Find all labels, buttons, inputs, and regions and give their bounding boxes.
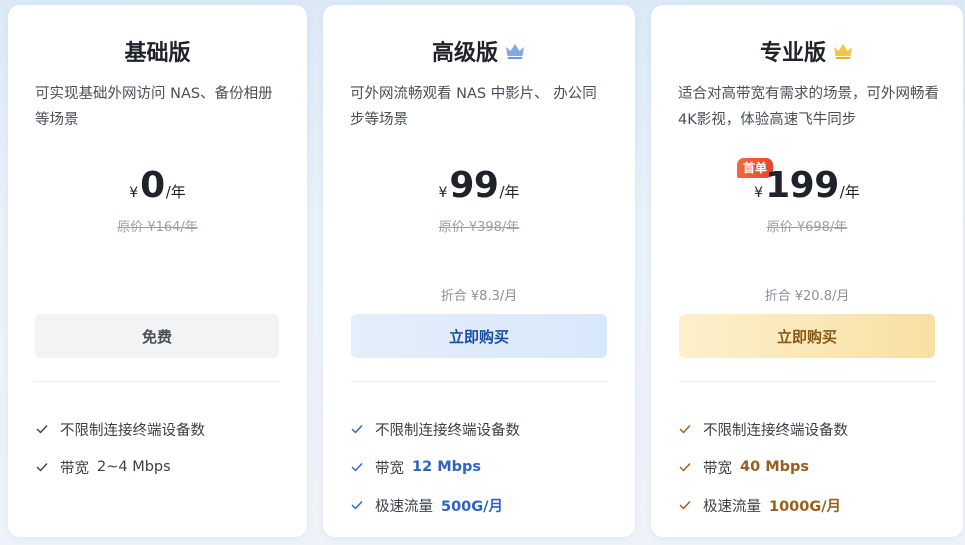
feature-label: 带宽 xyxy=(375,460,404,477)
buy-now-button[interactable]: 立即购买 xyxy=(679,314,935,358)
check-icon xyxy=(679,501,691,510)
price-amount: 99 xyxy=(449,165,499,206)
divider xyxy=(35,381,279,382)
feature-item: 极速流量 500G/月 xyxy=(351,486,615,524)
plan-card-advanced: 高级版 可外网流畅观看 NAS 中影片、 办公同步等场景 ¥ 99 /年 原价 … xyxy=(323,5,635,537)
price-unit: /年 xyxy=(499,183,520,201)
currency-symbol: ¥ xyxy=(129,185,139,201)
feature-value: 500G/月 xyxy=(441,498,503,515)
currency-symbol: ¥ xyxy=(438,185,448,201)
check-icon xyxy=(679,425,691,434)
feature-label: 不限制连接终端设备数 xyxy=(375,422,520,439)
price-amount: 199 xyxy=(765,165,839,206)
monthly-price: 折合 ¥8.3/月 xyxy=(440,289,518,304)
feature-item: 不限制连接终端设备数 xyxy=(679,410,943,448)
feature-value: 12 Mbps xyxy=(412,459,482,475)
feature-item: 带宽 40 Mbps xyxy=(679,448,943,486)
plan-name: 基础版 xyxy=(124,41,191,66)
feature-label: 不限制连接终端设备数 xyxy=(703,422,848,439)
feature-value: 1000G/月 xyxy=(769,498,842,515)
check-icon xyxy=(36,463,48,472)
feature-list: 不限制连接终端设备数 带宽 12 Mbps 极速流量 500G/月 xyxy=(351,410,615,524)
plan-description: 可外网流畅观看 NAS 中影片、 办公同步等场景 xyxy=(350,86,597,128)
divider xyxy=(679,381,935,382)
check-icon xyxy=(679,463,691,472)
plan-price: ¥ 99 /年 xyxy=(323,165,635,215)
plan-title: 专业版 xyxy=(651,35,963,67)
check-icon xyxy=(351,425,363,434)
plan-description: 适合对高带宽有需求的场景，可外网畅看4K影视，体验高速飞牛同步 xyxy=(678,86,939,128)
feature-label: 极速流量 xyxy=(703,498,761,515)
plan-title: 高级版 xyxy=(323,35,635,67)
price-amount: 0 xyxy=(140,165,165,206)
feature-item: 不限制连接终端设备数 xyxy=(351,410,615,448)
feature-list: 不限制连接终端设备数 带宽 40 Mbps 极速流量 1000G/月 xyxy=(679,410,943,524)
price-unit: /年 xyxy=(165,183,186,201)
feature-label: 极速流量 xyxy=(375,498,433,515)
feature-label: 不限制连接终端设备数 xyxy=(60,422,205,439)
check-icon xyxy=(351,501,363,510)
monthly-price: 折合 ¥20.8/月 xyxy=(764,289,850,304)
feature-list: 不限制连接终端设备数 带宽 2~4 Mbps xyxy=(36,410,287,486)
original-price: 原价 ¥164/年 xyxy=(117,220,198,235)
crown-icon xyxy=(506,44,524,59)
feature-label: 带宽 xyxy=(703,460,732,477)
plan-card-pro: 专业版 适合对高带宽有需求的场景，可外网畅看4K影视，体验高速飞牛同步 首单 ¥… xyxy=(651,5,963,537)
price-unit: /年 xyxy=(839,183,860,201)
original-price: 原价 ¥698/年 xyxy=(766,220,848,235)
plan-name: 高级版 xyxy=(431,41,498,66)
check-icon xyxy=(36,425,48,434)
feature-item: 带宽 12 Mbps xyxy=(351,448,615,486)
plan-price: ¥ 199 /年 xyxy=(651,165,963,215)
feature-label: 带宽 xyxy=(60,460,89,477)
crown-icon xyxy=(834,44,852,59)
currency-symbol: ¥ xyxy=(754,185,764,201)
free-button[interactable]: 免费 xyxy=(35,314,279,358)
buy-now-button[interactable]: 立即购买 xyxy=(351,314,607,358)
plan-card-basic: 基础版 可实现基础外网访问 NAS、备份相册等场景 ¥ 0 /年 原价 ¥164… xyxy=(8,5,307,537)
divider xyxy=(351,381,607,382)
plan-price: ¥ 0 /年 xyxy=(8,165,307,215)
feature-item: 带宽 2~4 Mbps xyxy=(36,448,287,486)
feature-value: 40 Mbps xyxy=(740,459,810,475)
plan-name: 专业版 xyxy=(759,41,826,66)
feature-item: 不限制连接终端设备数 xyxy=(36,410,287,448)
feature-item: 极速流量 1000G/月 xyxy=(679,486,943,524)
plan-title: 基础版 xyxy=(8,35,307,67)
check-icon xyxy=(351,463,363,472)
feature-value: 2~4 Mbps xyxy=(97,459,171,475)
plan-description: 可实现基础外网访问 NAS、备份相册等场景 xyxy=(35,86,273,128)
original-price: 原价 ¥398/年 xyxy=(438,220,520,235)
